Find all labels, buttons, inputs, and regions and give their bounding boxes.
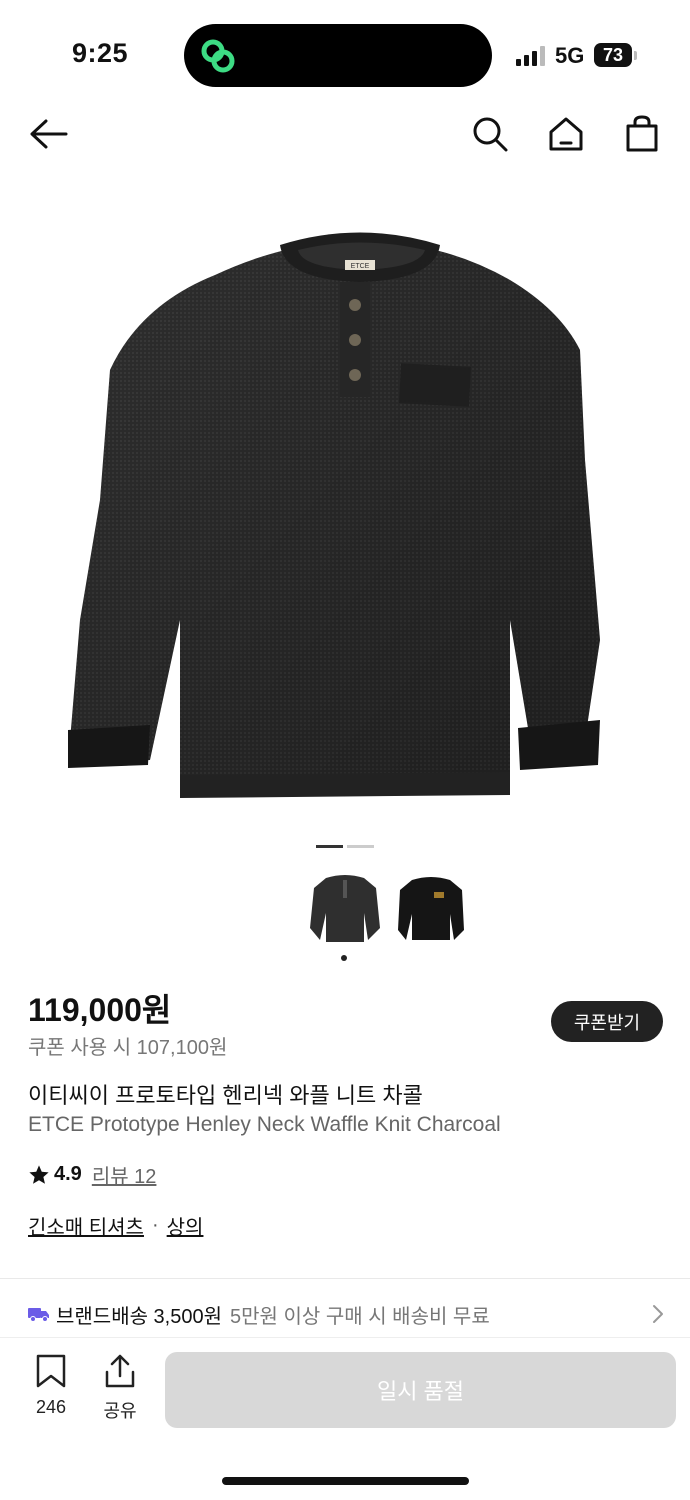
thumbnail-charcoal[interactable]	[306, 868, 384, 948]
pager-indicator	[347, 845, 374, 848]
get-coupon-button[interactable]: 쿠폰받기	[551, 1001, 663, 1042]
chevron-right-icon	[653, 1305, 663, 1323]
back-button[interactable]	[26, 112, 70, 156]
category-link-top[interactable]: 상의	[167, 1211, 204, 1240]
truck-icon	[28, 1308, 49, 1322]
star-icon	[29, 1164, 49, 1184]
top-nav	[0, 110, 690, 160]
product-price: 119,000원	[28, 992, 172, 1028]
home-icon	[549, 117, 583, 151]
pager-indicator-active	[316, 845, 343, 848]
back-arrow-icon	[30, 119, 68, 149]
category-separator: ·	[151, 1214, 159, 1236]
bookmark-count: 246	[35, 1397, 67, 1417]
thumbnail-black[interactable]	[392, 868, 470, 948]
product-name-english: ETCE Prototype Henley Neck Waffle Knit C…	[28, 1113, 501, 1136]
status-time: 9:25	[72, 38, 129, 68]
rating-value: 4.9	[54, 1163, 82, 1185]
section-divider	[0, 1278, 690, 1279]
cellular-signal-icon	[516, 46, 545, 66]
app-link-icon	[201, 39, 235, 73]
image-pager	[316, 845, 376, 848]
cart-button[interactable]	[620, 112, 664, 156]
battery-icon: 73	[594, 43, 632, 67]
share-label: 공유	[103, 1401, 137, 1421]
search-icon	[473, 117, 508, 152]
search-button[interactable]	[468, 112, 512, 156]
home-button[interactable]	[544, 112, 588, 156]
share-button[interactable]: 공유	[96, 1354, 144, 1423]
home-indicator[interactable]	[222, 1477, 469, 1485]
category-link-long-sleeve[interactable]: 긴소매 티셔츠	[28, 1211, 144, 1240]
bottom-bar-divider	[0, 1337, 690, 1338]
shipping-info-row[interactable]: 브랜드배송 3,500원 5만원 이상 구매 시 배송비 무료	[28, 1296, 668, 1332]
dynamic-island	[184, 24, 492, 87]
battery-tip	[634, 51, 637, 60]
sold-out-button[interactable]: 일시 품절	[165, 1352, 676, 1428]
coupon-price: 쿠폰 사용 시 107,100원	[28, 1037, 228, 1059]
network-type: 5G	[555, 43, 585, 68]
review-link[interactable]: 리뷰 12	[92, 1160, 157, 1189]
color-thumbnails	[306, 868, 476, 948]
bookmark-icon	[36, 1354, 66, 1388]
bookmark-button[interactable]: 246	[28, 1354, 74, 1418]
rating-row: 4.9 리뷰 12	[28, 1160, 156, 1189]
free-shipping-note: 5만원 이상 구매 시 배송비 무료	[230, 1305, 490, 1328]
category-breadcrumb: 긴소매 티셔츠 · 상의	[28, 1211, 203, 1240]
shipping-fee: 브랜드배송 3,500원	[56, 1305, 223, 1328]
shopping-bag-icon	[626, 115, 658, 152]
status-bar: 9:25 5G 73	[0, 0, 690, 110]
share-icon	[105, 1354, 135, 1388]
product-image[interactable]: ETCE	[40, 200, 650, 820]
brand-label: ETCE	[351, 263, 370, 270]
bottom-action-bar: 246 공유 일시 품절	[0, 1340, 690, 1440]
thumbnail-selected-dot	[341, 955, 347, 961]
product-name-korean: 이티씨이 프로토타입 헨리넥 와플 니트 차콜	[28, 1083, 423, 1108]
